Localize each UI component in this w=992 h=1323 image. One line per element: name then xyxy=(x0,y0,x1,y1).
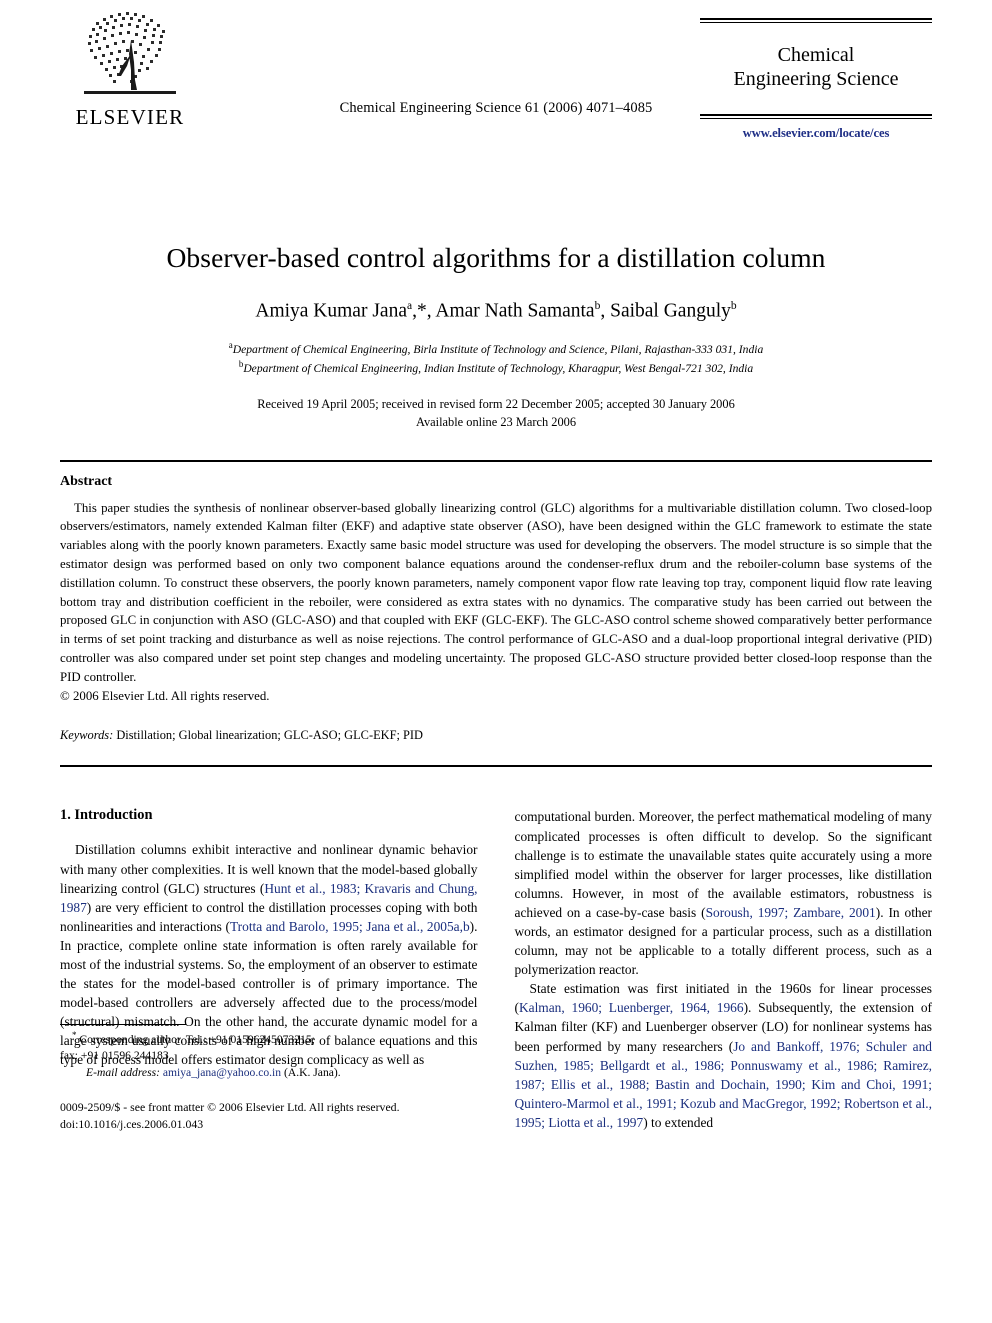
doi-line: doi:10.1016/j.ces.2006.01.043 xyxy=(60,1116,204,1131)
abstract-paragraph: This paper studies the synthesis of nonl… xyxy=(60,500,932,684)
publication-dates: Received 19 April 2005; received in revi… xyxy=(60,396,932,432)
abstract-heading: Abstract xyxy=(60,473,113,489)
email-link[interactable]: amiya_jana@yahoo.co.in xyxy=(163,1066,281,1079)
abstract-body: This paper studies the synthesis of nonl… xyxy=(60,499,932,706)
abstract-top-rule xyxy=(60,459,932,462)
elsevier-tree-icon xyxy=(84,12,176,94)
journal-masthead: ELSEVIER Chemical Engineering Science 61… xyxy=(60,0,932,198)
body-text-run: computational burden. Moreover, the perf… xyxy=(514,809,933,920)
left-column: 1. Introduction Distillation columns exh… xyxy=(60,807,478,1132)
citation-link[interactable]: Soroush, 1997; Zambare, 2001 xyxy=(706,905,876,920)
keywords-label: Keywords: xyxy=(60,728,114,743)
affiliations: aDepartment of Chemical Engineering, Bir… xyxy=(60,339,932,377)
fax-line: fax: +91 01596 244183. xyxy=(60,1049,172,1063)
received-line: Received 19 April 2005; received in revi… xyxy=(257,396,735,411)
front-matter-line: 0009-2509/$ - see front matter © 2006 El… xyxy=(60,1100,400,1114)
affiliation-a: aDepartment of Chemical Engineering, Bir… xyxy=(60,339,932,358)
page-title: Observer-based control algorithms for a … xyxy=(166,242,826,273)
body-columns: 1. Introduction Distillation columns exh… xyxy=(60,807,932,1132)
right-column-text: computational burden. Moreover, the perf… xyxy=(515,807,933,1132)
abstract-bottom-rule xyxy=(60,765,932,768)
citation-link[interactable]: Kalman, 1960; Luenberger, 1964, 1966 xyxy=(519,1000,744,1015)
corresponding-author-note: * Corresponding author. Tel.: +91 015962… xyxy=(60,1029,478,1081)
keywords: Keywords: Distillation; Global lineariza… xyxy=(60,728,932,743)
journal-name: Chemical Engineering Science xyxy=(733,44,899,91)
imprint-block: 0009-2509/$ - see front matter © 2006 El… xyxy=(60,1099,478,1132)
email-label: E-mail address: xyxy=(86,1065,160,1079)
affiliation-a-text: Department of Chemical Engineering, Birl… xyxy=(232,342,764,356)
section-heading-introduction: 1. Introduction xyxy=(60,807,153,824)
footnote-rule xyxy=(60,1023,186,1025)
paragraph: computational burden. Moreover, the perf… xyxy=(515,807,933,979)
corresponding-author-text: Corresponding author. Tel.: +91 01596245… xyxy=(79,1032,315,1046)
abstract-copyright: © 2006 Elsevier Ltd. All rights reserved… xyxy=(60,688,270,703)
footnote-block: * Corresponding author. Tel.: +91 015962… xyxy=(60,1023,478,1132)
keywords-value: Distillation; Global linearization; GLC-… xyxy=(116,728,423,743)
available-online-line: Available online 23 March 2006 xyxy=(415,414,577,429)
journal-title-box: Chemical Engineering Science www.elsevie… xyxy=(700,18,932,141)
right-column: computational burden. Moreover, the perf… xyxy=(515,807,933,1132)
corresponding-author-line: * Corresponding author. Tel.: +91 015962… xyxy=(60,1029,478,1048)
citation-link[interactable]: Trotta and Barolo, 1995; Jana et al., 20… xyxy=(230,919,470,934)
affiliation-b-text: Department of Chemical Engineering, Indi… xyxy=(243,361,754,375)
author-list: Amiya Kumar Janaa,*, Amar Nath Samantab,… xyxy=(255,300,737,322)
asterisk-icon: * xyxy=(72,1029,77,1040)
email-line: E-mail address: amiya_jana@yahoo.co.in (… xyxy=(60,1065,478,1081)
body-text-run: ) to extended xyxy=(643,1114,714,1130)
email-suffix: (A.K. Jana). xyxy=(283,1065,341,1079)
affiliation-b: bDepartment of Chemical Engineering, Ind… xyxy=(60,358,932,377)
journal-url-link[interactable]: www.elsevier.com/locate/ces xyxy=(700,119,932,141)
paragraph: State estimation was first initiated in … xyxy=(515,979,933,1132)
article-page: ELSEVIER Chemical Engineering Science 61… xyxy=(0,0,992,1323)
